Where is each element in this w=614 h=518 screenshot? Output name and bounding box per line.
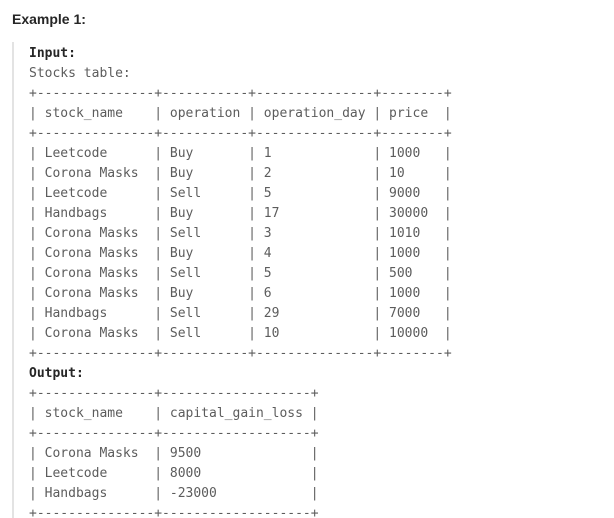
table-row: | Handbags | Buy | 17 | 30000 |	[29, 206, 452, 221]
example-block: Input: Stocks table: +---------------+--…	[12, 42, 602, 518]
table-row: | Handbags | -23000 |	[29, 486, 319, 501]
table-row: | Corona Masks | Sell | 10 | 10000 |	[29, 326, 452, 341]
table-row: | Corona Masks | 9500 |	[29, 446, 319, 461]
table-border: +---------------+-------------------+	[29, 426, 319, 441]
table-row: | Corona Masks | Sell | 5 | 500 |	[29, 266, 452, 281]
table-border: +---------------+-------------------+	[29, 386, 319, 401]
table-header-row: | stock_name | operation | operation_day…	[29, 106, 452, 121]
table-row: | Leetcode | Sell | 5 | 9000 |	[29, 186, 452, 201]
table-border: +---------------+-----------+-----------…	[29, 86, 452, 101]
output-label: Output:	[29, 366, 84, 381]
input-line: Stocks table:	[29, 66, 131, 81]
code-block: Input: Stocks table: +---------------+--…	[29, 44, 452, 518]
table-border: +---------------+-----------+-----------…	[29, 346, 452, 361]
table-row: | Corona Masks | Buy | 2 | 10 |	[29, 166, 452, 181]
table-header-row: | stock_name | capital_gain_loss |	[29, 406, 319, 421]
table-border: +---------------+-------------------+	[29, 506, 319, 518]
table-row: | Corona Masks | Buy | 4 | 1000 |	[29, 246, 452, 261]
table-border: +---------------+-----------+-----------…	[29, 126, 452, 141]
table-row: | Leetcode | 8000 |	[29, 466, 319, 481]
table-row: | Corona Masks | Sell | 3 | 1010 |	[29, 226, 452, 241]
table-row: | Handbags | Sell | 29 | 7000 |	[29, 306, 452, 321]
input-label: Input:	[29, 46, 76, 61]
table-row: | Corona Masks | Buy | 6 | 1000 |	[29, 286, 452, 301]
table-row: | Leetcode | Buy | 1 | 1000 |	[29, 146, 452, 161]
example-heading: Example 1:	[12, 11, 86, 27]
page: Example 1: Input: Stocks table: +-------…	[0, 0, 614, 518]
